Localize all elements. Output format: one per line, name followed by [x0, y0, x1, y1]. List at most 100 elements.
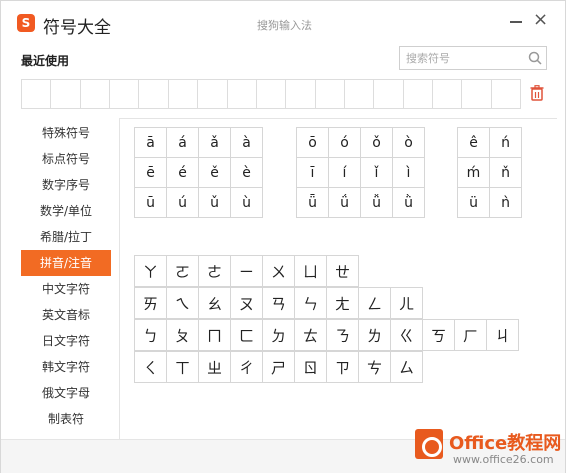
symbol-cell[interactable]: ㄙ [391, 351, 423, 383]
recent-symbol-slot[interactable] [198, 80, 228, 108]
symbol-cell[interactable]: ū [135, 188, 167, 218]
symbol-cell[interactable]: ㄢ [263, 287, 295, 319]
symbol-cell[interactable]: ü [458, 188, 490, 218]
symbol-cell[interactable]: ň [490, 158, 522, 188]
symbol-cell[interactable]: ㄈ [231, 319, 263, 351]
symbol-cell[interactable]: ì [393, 158, 425, 188]
symbol-cell[interactable]: ㄚ [135, 255, 167, 287]
symbol-cell[interactable]: ㄟ [167, 287, 199, 319]
symbol-cell[interactable]: ㄞ [135, 287, 167, 319]
search-box[interactable] [399, 46, 547, 70]
recent-symbol-slot[interactable] [257, 80, 287, 108]
symbol-cell[interactable]: ㄗ [327, 351, 359, 383]
symbol-cell[interactable]: ㄜ [199, 255, 231, 287]
symbol-cell[interactable]: ó [329, 128, 361, 158]
symbol-cell[interactable]: ㄋ [327, 319, 359, 351]
symbol-cell[interactable]: ǹ [490, 188, 522, 218]
recent-symbol-slot[interactable] [404, 80, 434, 108]
close-icon[interactable]: × [533, 11, 548, 29]
symbol-cell[interactable]: ē [135, 158, 167, 188]
symbol-cell[interactable]: à [231, 128, 263, 158]
symbol-cell[interactable]: ǖ [297, 188, 329, 218]
sidebar-item[interactable]: 英文音标 [21, 302, 111, 328]
symbol-cell[interactable]: ú [167, 188, 199, 218]
symbol-cell[interactable]: ㄣ [295, 287, 327, 319]
sidebar-item[interactable]: 标点符号 [21, 146, 111, 172]
symbol-cell[interactable]: è [231, 158, 263, 188]
symbol-cell[interactable]: ㄨ [263, 255, 295, 287]
symbol-cell[interactable]: ㄎ [423, 319, 455, 351]
sidebar-item[interactable]: 希腊/拉丁 [21, 224, 111, 250]
recent-symbol-slot[interactable] [22, 80, 52, 108]
recent-symbol-slot[interactable] [169, 80, 199, 108]
symbol-cell[interactable]: ㄛ [167, 255, 199, 287]
search-input[interactable] [400, 47, 522, 69]
sidebar-item[interactable]: 数学/单位 [21, 198, 111, 224]
symbol-cell[interactable]: ḿ [458, 158, 490, 188]
recent-symbol-slot[interactable] [492, 80, 520, 108]
symbol-cell[interactable]: ㄖ [295, 351, 327, 383]
recent-symbol-slot[interactable] [81, 80, 111, 108]
recent-symbol-slot[interactable] [51, 80, 81, 108]
symbol-cell[interactable]: ń [490, 128, 522, 158]
symbol-cell[interactable]: í [329, 158, 361, 188]
symbol-cell[interactable]: ò [393, 128, 425, 158]
recent-symbol-slot[interactable] [462, 80, 492, 108]
symbol-cell[interactable]: ê [458, 128, 490, 158]
symbol-cell[interactable]: ㄠ [199, 287, 231, 319]
symbol-cell[interactable]: ㄩ [295, 255, 327, 287]
symbol-cell[interactable]: ㄡ [231, 287, 263, 319]
symbol-cell[interactable]: ㄝ [327, 255, 359, 287]
symbol-cell[interactable]: ㄌ [359, 319, 391, 351]
symbol-cell[interactable]: ǜ [393, 188, 425, 218]
symbol-cell[interactable]: ㄕ [263, 351, 295, 383]
symbol-cell[interactable]: á [167, 128, 199, 158]
recent-symbol-slot[interactable] [110, 80, 140, 108]
sidebar-item[interactable]: 俄文字母 [21, 380, 111, 406]
recent-symbol-slot[interactable] [286, 80, 316, 108]
symbol-cell[interactable]: ō [297, 128, 329, 158]
symbol-cell[interactable]: ㄦ [391, 287, 423, 319]
symbol-cell[interactable]: ā [135, 128, 167, 158]
symbol-cell[interactable]: ǚ [361, 188, 393, 218]
symbol-cell[interactable]: ㄍ [391, 319, 423, 351]
symbol-cell[interactable]: ǘ [329, 188, 361, 218]
sidebar-item[interactable]: 韩文字符 [21, 354, 111, 380]
symbol-cell[interactable]: ㄔ [231, 351, 263, 383]
symbol-cell[interactable]: ㄓ [199, 351, 231, 383]
symbol-cell[interactable]: ㄉ [263, 319, 295, 351]
symbol-cell[interactable]: ㄤ [327, 287, 359, 319]
sidebar-item[interactable]: 日文字符 [21, 328, 111, 354]
symbol-cell[interactable]: ㄥ [359, 287, 391, 319]
symbol-cell[interactable]: ㄆ [167, 319, 199, 351]
recent-symbol-slot[interactable] [345, 80, 375, 108]
recent-symbol-slot[interactable] [316, 80, 345, 108]
recent-symbol-slot[interactable] [139, 80, 169, 108]
symbol-cell[interactable]: ㄒ [167, 351, 199, 383]
symbol-cell[interactable]: ㄏ [455, 319, 487, 351]
sidebar-item[interactable]: 制表符 [21, 406, 111, 432]
recent-symbol-slot[interactable] [374, 80, 404, 108]
symbol-cell[interactable]: ㄧ [231, 255, 263, 287]
trash-icon[interactable] [530, 85, 544, 101]
symbol-cell[interactable]: ㄇ [199, 319, 231, 351]
minimize-icon[interactable] [509, 14, 523, 28]
title-bar[interactable]: S 符号大全 搜狗输入法 × [1, 1, 565, 41]
recent-symbol-slot[interactable] [228, 80, 257, 108]
symbol-cell[interactable]: ǔ [199, 188, 231, 218]
symbol-cell[interactable]: ù [231, 188, 263, 218]
sidebar-item[interactable]: 拼音/注音 [21, 250, 111, 276]
symbol-cell[interactable]: ī [297, 158, 329, 188]
sidebar-item[interactable]: 数字序号 [21, 172, 111, 198]
symbol-cell[interactable]: ǎ [199, 128, 231, 158]
symbol-cell[interactable]: ǒ [361, 128, 393, 158]
symbol-cell[interactable]: ě [199, 158, 231, 188]
symbol-cell[interactable]: ㄐ [487, 319, 519, 351]
search-icon[interactable] [528, 51, 542, 65]
symbol-cell[interactable]: ㄅ [135, 319, 167, 351]
symbol-cell[interactable]: ǐ [361, 158, 393, 188]
symbol-cell[interactable]: ㄘ [359, 351, 391, 383]
symbol-cell[interactable]: é [167, 158, 199, 188]
symbol-cell[interactable]: ㄑ [135, 351, 167, 383]
sidebar-item[interactable]: 特殊符号 [21, 120, 111, 146]
